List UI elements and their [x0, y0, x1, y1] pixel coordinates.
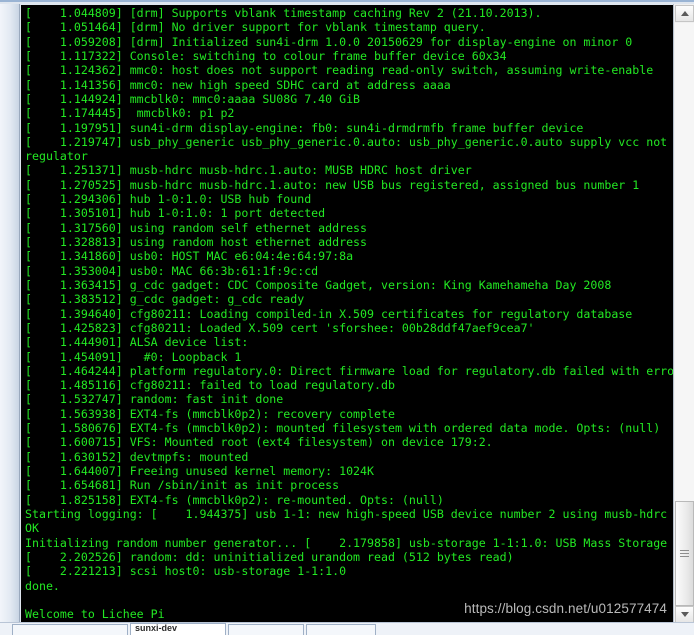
terminal-line: [ 1.630152] devtmpfs: mounted	[25, 449, 249, 464]
terminal-line: [ 1.270525] musb-hdrc musb-hdrc.1.auto: …	[25, 177, 640, 192]
terminal-line: [ 1.600715] VFS: Mounted root (ext4 file…	[25, 435, 493, 450]
terminal-line: [ 1.328813] using random host ethernet a…	[25, 235, 368, 249]
bottom-taskbar: sunxi-dev	[0, 622, 694, 635]
terminal-line: [ 1.294306] hub 1-0:1.0: USB hub found	[25, 192, 312, 207]
chevron-down-icon	[680, 612, 689, 617]
terminal-line: Initializing random number generator... …	[25, 535, 668, 550]
taskbar-tab-3[interactable]	[228, 624, 304, 635]
chevron-up-icon	[680, 11, 689, 16]
terminal-line: [ 1.051464] [drm] No driver support for …	[25, 20, 486, 35]
terminal-line: [ 1.825158] EXT4-fs (mmcblk0p2): re-moun…	[25, 492, 444, 507]
terminal-line: [ 1.124362] mmc0: host does not support …	[25, 63, 654, 78]
terminal-lines: [ 1.044809] [drm] Supports vblank timest…	[25, 6, 673, 622]
terminal-line: [ 1.464244] platform regulatory.0: Direc…	[25, 363, 673, 378]
terminal-line: [ 1.341860] usb0: HOST MAC e6:04:4e:64:9…	[25, 249, 354, 264]
window-frame: [ 1.044809] [drm] Supports vblank timest…	[0, 0, 694, 624]
terminal-line: [ 1.305101] hub 1-0:1.0: 1 port detected	[25, 206, 326, 221]
terminal-line: [ 1.251371] musb-hdrc musb-hdrc.1.auto: …	[25, 163, 472, 178]
terminal-line: [ 1.197951] sun4i-drm display-engine: fb…	[25, 120, 584, 135]
terminal-line: [ 1.485116] cfg80211: failed to load reg…	[25, 378, 395, 393]
terminal-line: [ 1.363415] g_cdc gadget: CDC Composite …	[25, 277, 612, 292]
taskbar-tab-4[interactable]	[306, 624, 376, 635]
taskbar-tabstrip[interactable]: sunxi-dev	[12, 623, 376, 635]
scroll-down-arrow-icon[interactable]	[675, 606, 694, 623]
terminal-line: [ 1.144924] mmcblk0: mmc0:aaaa SU08G 7.4…	[25, 91, 361, 106]
taskbar-tab-2[interactable]: sunxi-dev	[130, 623, 226, 635]
terminal-line: [ 1.580676] EXT4-fs (mmcblk0p2): mounted…	[25, 421, 661, 436]
taskbar-tab-1[interactable]	[12, 624, 128, 635]
terminal-line: done.	[25, 578, 60, 593]
terminal-line: [ 1.425823] cfg80211: Loaded X.509 cert …	[25, 320, 535, 335]
terminal-line: [ 1.644007] Freeing unused kernel memory…	[25, 464, 375, 478]
grip-icon	[680, 550, 689, 557]
terminal-line: [ 1.141356] mmc0: new high speed SDHC ca…	[25, 77, 451, 92]
terminal-line: [ 1.044809] [drm] Supports vblank timest…	[25, 6, 542, 20]
terminal-line: Starting logging: [ 1.944375] usb 1-1: n…	[25, 506, 668, 521]
terminal-line: OK	[25, 521, 39, 536]
terminal-output-area[interactable]: [ 1.044809] [drm] Supports vblank timest…	[21, 5, 673, 622]
scroll-up-arrow-icon[interactable]	[675, 5, 694, 22]
terminal-line: [ 1.654681] Run /sbin/init as init proce…	[25, 478, 340, 493]
terminal-line: [ 1.353004] usb0: MAC 66:3b:61:1f:9c:cd	[25, 263, 319, 278]
terminal-line: [ 2.202526] random: dd: uninitialized ur…	[25, 549, 514, 564]
terminal-window: [ 1.044809] [drm] Supports vblank timest…	[0, 0, 694, 635]
terminal-line: [ 2.221213] scsi host0: usb-storage 1-1:…	[25, 564, 347, 579]
terminal-line: [ 1.383512] g_cdc gadget: g_cdc ready	[25, 292, 305, 307]
terminal-line: [ 1.532747] random: fast init done	[25, 392, 284, 407]
terminal-line: [ 1.454091] #0: Loopback 1	[25, 349, 242, 364]
scrollbar-thumb[interactable]	[675, 501, 694, 606]
terminal-line: [ 1.117322] Console: switching to colour…	[25, 48, 507, 63]
vertical-scrollbar[interactable]	[673, 4, 694, 624]
window-left-gutter	[0, 4, 20, 624]
terminal-line: regulator	[25, 149, 88, 164]
terminal-line: [ 1.219747] usb_phy_generic usb_phy_gene…	[25, 134, 668, 149]
terminal-line: [ 1.394640] cfg80211: Loading compiled-i…	[25, 306, 633, 321]
terminal-line: [ 1.317560] using random self ethernet a…	[25, 220, 368, 235]
terminal-line: [ 1.444901] ALSA device list:	[25, 335, 249, 350]
terminal-line: [ 1.059208] [drm] Initialized sun4i-drm …	[25, 34, 633, 49]
terminal-line: [ 1.563938] EXT4-fs (mmcblk0p2): recover…	[25, 406, 395, 421]
terminal-line: [ 1.174445] mmcblk0: p1 p2	[25, 106, 235, 121]
watermark-text: https://blog.csdn.net/u012577474	[464, 601, 667, 616]
